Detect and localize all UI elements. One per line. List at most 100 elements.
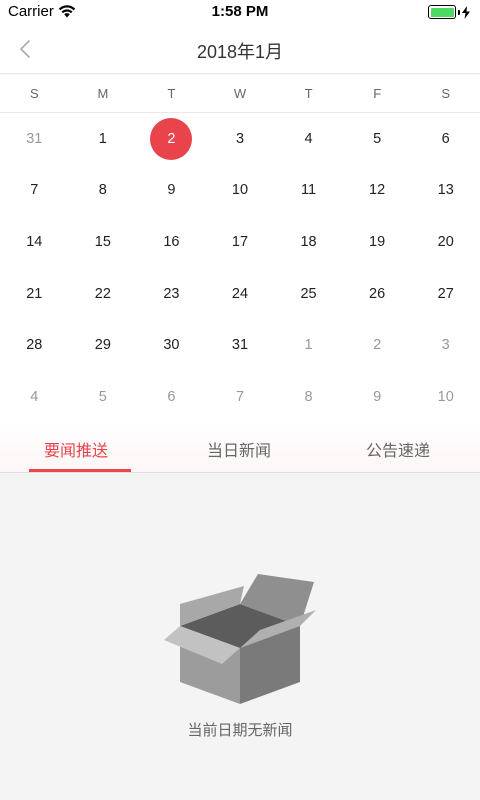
weekday-label: T: [167, 86, 176, 101]
calendar-day[interactable]: 17: [206, 216, 275, 268]
calendar-day[interactable]: 9: [343, 371, 412, 423]
day-number: 23: [163, 285, 180, 302]
empty-box-icon: [164, 574, 316, 704]
calendar-day[interactable]: 11: [274, 165, 343, 217]
status-bar: Carrier 1:58 PM: [0, 0, 480, 24]
news-tab-bar: 要闻推送 当日新闻 公告速递: [0, 423, 480, 473]
navigation-bar: 2018年1月: [0, 24, 480, 74]
calendar-day[interactable]: 10: [411, 371, 480, 423]
calendar-day[interactable]: 31: [0, 113, 69, 165]
calendar-day[interactable]: 31: [206, 319, 275, 371]
battery-icon: [428, 5, 456, 19]
calendar-day[interactable]: 18: [274, 216, 343, 268]
weekday-label: S: [29, 86, 39, 101]
calendar-day[interactable]: 21: [0, 268, 69, 320]
calendar-day[interactable]: 6: [411, 113, 480, 165]
charging-bolt-icon: [462, 5, 470, 19]
calendar-day[interactable]: 9: [137, 165, 206, 217]
day-number: 19: [369, 233, 386, 250]
tab-daily-news[interactable]: 当日新闻: [207, 437, 271, 461]
calendar-day[interactable]: 20: [411, 216, 480, 268]
calendar-day[interactable]: 30: [137, 319, 206, 371]
day-number: 9: [373, 388, 382, 405]
weekday-header: S M T W T F S: [0, 75, 480, 113]
day-number: 29: [94, 337, 111, 354]
tab-announcements[interactable]: 公告速递: [366, 437, 434, 461]
calendar-day[interactable]: 27: [411, 268, 480, 320]
day-number: 7: [30, 182, 39, 199]
day-number: 3: [235, 130, 245, 147]
day-number: 2: [373, 337, 382, 354]
calendar-day[interactable]: 8: [69, 165, 138, 217]
calendar-day[interactable]: 25: [274, 268, 343, 320]
calendar-day[interactable]: 15: [69, 216, 138, 268]
day-number: 10: [437, 388, 454, 405]
battery-indicator: [428, 5, 470, 19]
empty-state: 当前日期无新闻: [0, 474, 480, 800]
day-number: 3: [441, 337, 450, 354]
day-number: 6: [167, 388, 176, 405]
day-number: 2: [150, 117, 193, 160]
battery-tip: [458, 9, 460, 15]
battery-fill: [430, 7, 454, 17]
calendar-day[interactable]: 16: [137, 216, 206, 268]
calendar-day[interactable]: 22: [69, 268, 138, 320]
calendar-day[interactable]: 10: [206, 165, 275, 217]
calendar-day-selected[interactable]: 2: [137, 113, 206, 165]
day-number: 8: [98, 182, 107, 199]
calendar-day[interactable]: 7: [0, 165, 69, 217]
day-number: 14: [26, 233, 43, 250]
day-number: 4: [304, 130, 313, 147]
calendar-day[interactable]: 29: [69, 319, 138, 371]
calendar-day[interactable]: 23: [137, 268, 206, 320]
day-number: 11: [301, 182, 317, 199]
day-number: 1: [304, 337, 313, 354]
calendar-day[interactable]: 13: [411, 165, 480, 217]
calendar-day[interactable]: 26: [343, 268, 412, 320]
day-number: 1: [98, 130, 107, 147]
calendar-day[interactable]: 19: [343, 216, 412, 268]
day-number: 30: [163, 337, 180, 354]
day-number: 9: [167, 182, 176, 199]
day-number: 24: [231, 285, 249, 302]
calendar-day[interactable]: 7: [206, 371, 275, 423]
page-title: 2018年1月: [196, 42, 284, 62]
calendar-day[interactable]: 4: [0, 371, 69, 423]
day-number: 21: [26, 285, 43, 302]
calendar-day[interactable]: 6: [137, 371, 206, 423]
day-number: 15: [94, 233, 111, 250]
day-number: 20: [437, 233, 454, 250]
weekday-label: M: [97, 86, 109, 101]
calendar-day[interactable]: 4: [274, 113, 343, 165]
calendar-day[interactable]: 28: [0, 319, 69, 371]
day-number: 8: [304, 388, 313, 405]
day-number: 4: [30, 388, 39, 405]
calendar-day[interactable]: 8: [274, 371, 343, 423]
day-number: 26: [369, 285, 386, 302]
empty-message: 当前日期无新闻: [187, 722, 293, 739]
calendar-day[interactable]: 1: [274, 319, 343, 371]
day-number: 31: [26, 130, 43, 147]
calendar-day[interactable]: 3: [411, 319, 480, 371]
carrier-label: Carrier: [8, 3, 54, 20]
weekday-label: S: [441, 86, 451, 101]
day-number: 22: [94, 285, 111, 302]
calendar-day[interactable]: 12: [343, 165, 412, 217]
calendar-day[interactable]: 3: [206, 113, 275, 165]
tab-headline-news[interactable]: 要闻推送: [44, 437, 108, 461]
calendar-day[interactable]: 14: [0, 216, 69, 268]
day-number: 12: [369, 182, 386, 199]
day-number: 28: [26, 337, 43, 354]
calendar-day[interactable]: 2: [343, 319, 412, 371]
day-number: 31: [231, 337, 249, 354]
calendar-day[interactable]: 5: [69, 371, 138, 423]
calendar-day[interactable]: 1: [69, 113, 138, 165]
wifi-icon: [58, 5, 76, 18]
calendar-day[interactable]: 24: [206, 268, 275, 320]
day-number: 10: [231, 182, 249, 199]
calendar-day[interactable]: 5: [343, 113, 412, 165]
day-number: 25: [300, 285, 317, 302]
day-number: 13: [437, 182, 454, 199]
day-number: 27: [437, 285, 454, 302]
day-number: 6: [441, 130, 450, 147]
